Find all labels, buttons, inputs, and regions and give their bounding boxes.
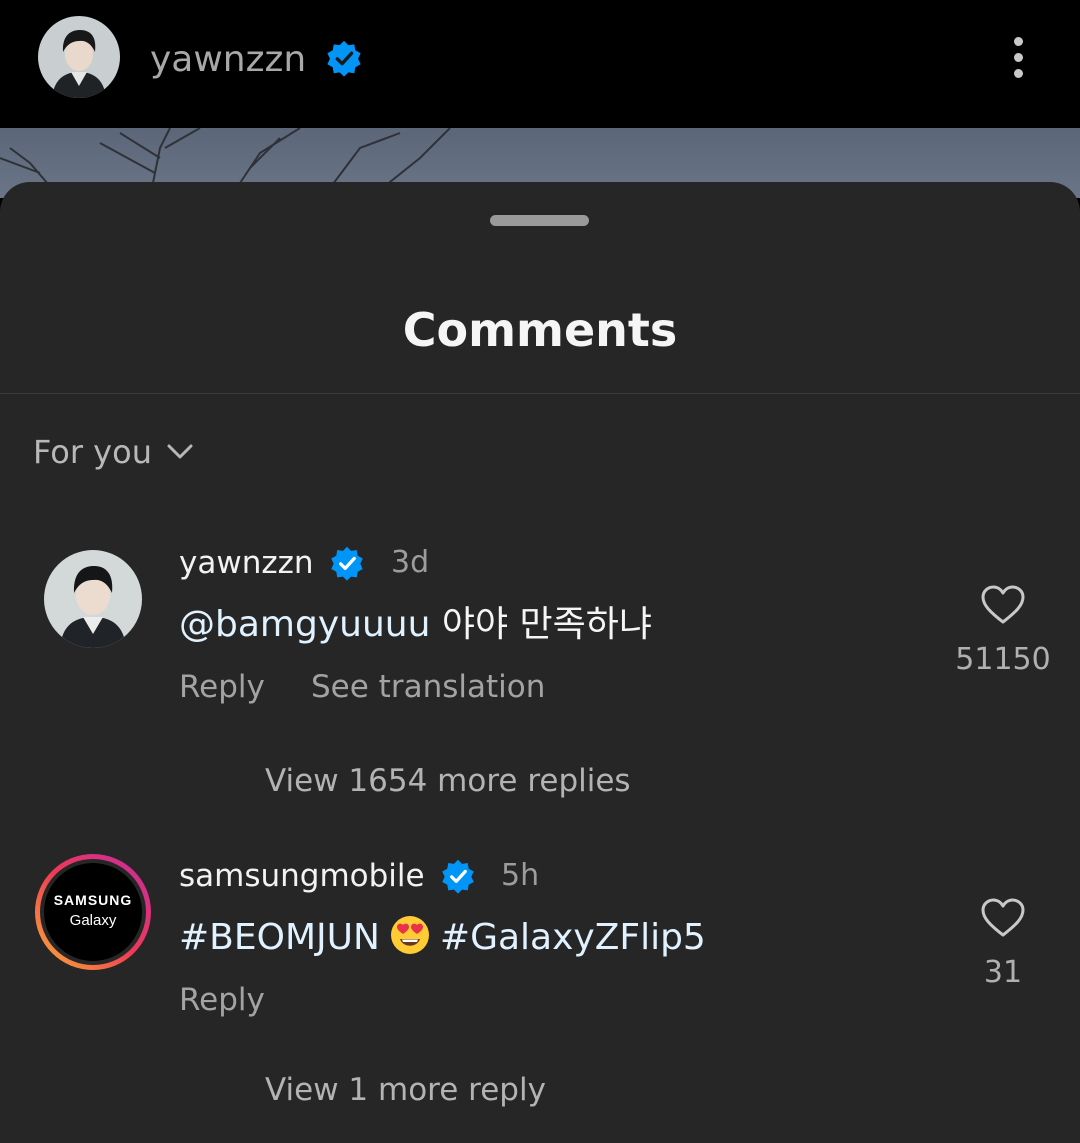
profile-username[interactable]: yawnzzn <box>150 36 306 84</box>
sheet-title: Comments <box>402 303 678 357</box>
reply-button[interactable]: Reply <box>179 979 265 1021</box>
sort-label: For you <box>33 433 152 471</box>
divider <box>0 393 1080 394</box>
profile-header: yawnzzn <box>0 0 1080 128</box>
view-replies-button[interactable]: View 1654 more replies <box>265 760 631 802</box>
galaxy-logo-text: Galaxy <box>69 912 117 929</box>
verified-badge-icon <box>442 859 474 894</box>
verified-badge-icon <box>331 546 363 581</box>
view-replies-button[interactable]: View 1 more reply <box>265 1069 546 1111</box>
reply-button[interactable]: Reply <box>179 666 265 708</box>
commenter-avatar[interactable]: SAMSUNG Galaxy <box>33 852 153 972</box>
heart-eyes-emoji-icon <box>390 916 429 954</box>
commenter-avatar[interactable] <box>44 550 142 648</box>
mention-link[interactable]: @bamgyuuuu <box>179 604 430 645</box>
comment-timestamp: 5h <box>501 858 540 893</box>
drag-handle[interactable] <box>490 215 589 226</box>
comment-body: 야야 만족하냐 <box>441 604 653 645</box>
sort-dropdown[interactable]: For you <box>33 430 194 474</box>
hashtag-link[interactable]: #BEOMJUN <box>179 917 380 958</box>
samsung-logo-text: SAMSUNG <box>53 892 133 908</box>
comment-username[interactable]: samsungmobile <box>179 855 425 897</box>
chevron-down-icon <box>167 444 193 459</box>
avatar-image <box>44 550 142 648</box>
avatar-image <box>38 16 120 98</box>
see-translation-button[interactable]: See translation <box>311 666 545 708</box>
profile-avatar[interactable] <box>38 16 120 98</box>
heart-icon[interactable] <box>980 584 1026 626</box>
hashtag-link[interactable]: #GalaxyZFlip5 <box>440 917 706 958</box>
comments-sheet: Comments For you yawnzzn 3d @bamgyuuuu 야… <box>0 182 1080 1143</box>
verified-badge-icon <box>327 40 361 77</box>
like-count: 51150 <box>955 642 1051 677</box>
comment-timestamp: 3d <box>391 545 430 580</box>
comment-username[interactable]: yawnzzn <box>179 542 314 584</box>
like-count: 31 <box>983 955 1023 990</box>
heart-icon[interactable] <box>980 897 1026 939</box>
more-options-icon[interactable] <box>1004 34 1034 82</box>
comment-text: @bamgyuuuu 야야 만족하냐 <box>179 601 652 649</box>
comment-text: #BEOMJUN #GalaxyZFlip5 <box>179 914 706 962</box>
